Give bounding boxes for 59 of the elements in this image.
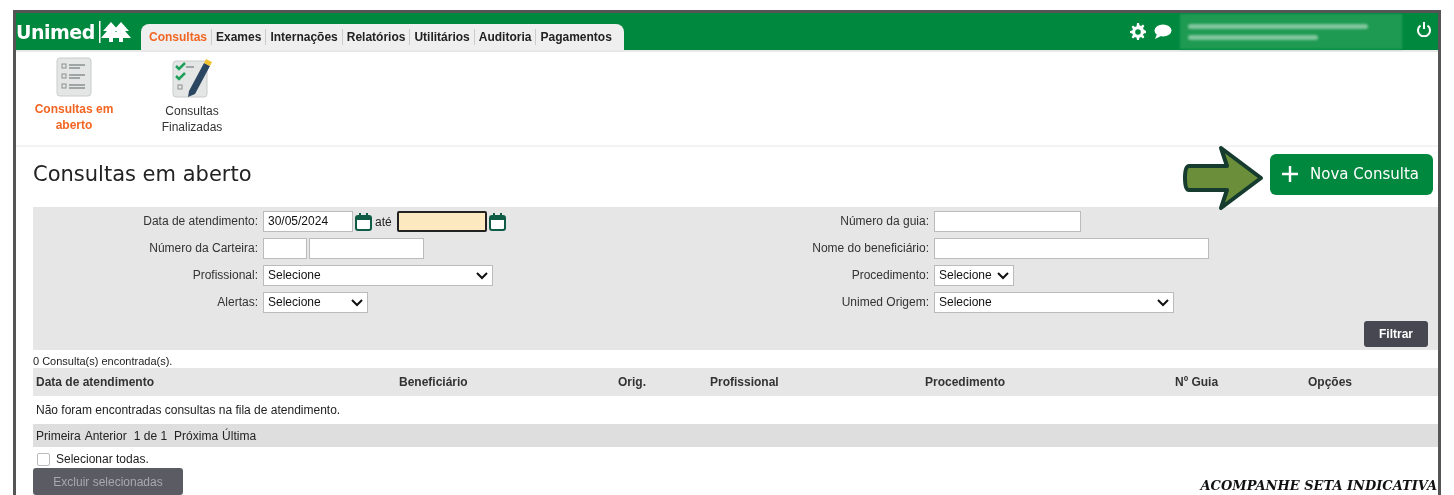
checkbox-label: Selecionar todas. xyxy=(56,452,149,466)
pager-link[interactable]: Próxima xyxy=(174,428,219,443)
checklist-icon xyxy=(56,57,92,97)
input-field[interactable] xyxy=(263,238,307,259)
checkbox[interactable] xyxy=(37,452,50,466)
page-title: Consultas em aberto xyxy=(33,162,253,186)
field-label: Número da Carteira: xyxy=(148,240,258,257)
caret-icon xyxy=(351,298,363,307)
field-label: Procedimento: xyxy=(850,267,929,284)
nav-tab[interactable]: Exames xyxy=(211,29,266,45)
column-header: Nº Guia xyxy=(1175,375,1220,389)
input-field[interactable] xyxy=(934,238,1209,259)
caret-icon xyxy=(997,271,1009,280)
date-field[interactable]: 30/05/2024 xyxy=(263,211,353,232)
plus-icon xyxy=(1282,166,1299,182)
field-label: Unimed Origem: xyxy=(840,294,929,311)
caret-icon xyxy=(1157,298,1169,307)
pager-link[interactable]: Primeira xyxy=(36,428,81,443)
field-label: Data de atendimento: xyxy=(142,213,258,230)
column-header: Orig. xyxy=(618,375,647,389)
logo-text: Unimed xyxy=(16,20,95,43)
select-dropdown[interactable]: Selecione xyxy=(934,265,1014,286)
nav-tab[interactable]: Utilitários xyxy=(409,29,474,45)
range-separator: até xyxy=(375,214,392,229)
nav-tab[interactable]: Internações xyxy=(265,29,342,45)
select-dropdown[interactable]: Selecione xyxy=(934,292,1174,313)
subnav-link[interactable]: Consultas Finalizadas xyxy=(147,103,237,135)
pager-link[interactable]: Anterior xyxy=(84,428,127,443)
select-dropdown[interactable]: Selecione xyxy=(263,292,368,313)
nav-tab[interactable]: Relatórios xyxy=(341,29,410,45)
input-field[interactable] xyxy=(309,238,424,259)
field-label: Alertas: xyxy=(216,294,258,311)
column-header: Procedimento xyxy=(925,375,1006,389)
calendar-icon[interactable] xyxy=(488,212,506,231)
nav-tab[interactable]: Auditoria xyxy=(473,29,536,45)
chat-icon[interactable] xyxy=(1154,24,1172,39)
date-field[interactable] xyxy=(396,211,487,232)
annotation-caption: ACOMPANHE SETA INDICATIVA xyxy=(1200,478,1437,493)
field-label: Número da guia: xyxy=(839,213,929,230)
column-header: Data de atendimento xyxy=(35,375,156,389)
result-count: 0 Consulta(s) encontrada(s). xyxy=(33,354,174,368)
column-header: Profissional xyxy=(710,375,780,389)
field-label: Profissional: xyxy=(191,267,258,284)
power-icon[interactable] xyxy=(1416,20,1432,37)
caret-icon xyxy=(476,271,488,280)
tree-logo-icon xyxy=(98,20,131,43)
page-indicator: 1 de 1 xyxy=(133,428,168,443)
input-field[interactable] xyxy=(934,211,1081,232)
column-header: Beneficiário xyxy=(399,375,469,389)
pager-link[interactable]: Última xyxy=(222,428,257,443)
settings-icon[interactable] xyxy=(1129,23,1146,40)
nav-tab[interactable]: Pagamentos xyxy=(535,29,616,45)
filter-button[interactable]: Filtrar xyxy=(1364,321,1428,347)
select-dropdown[interactable]: Selecione xyxy=(263,265,493,286)
column-header: Opções xyxy=(1308,375,1353,389)
checklist-pen-icon xyxy=(172,57,212,99)
calendar-icon[interactable] xyxy=(355,212,372,231)
field-label: Nome do beneficiário: xyxy=(811,240,929,257)
new-consultation-button[interactable]: Nova Consulta xyxy=(1270,153,1433,195)
